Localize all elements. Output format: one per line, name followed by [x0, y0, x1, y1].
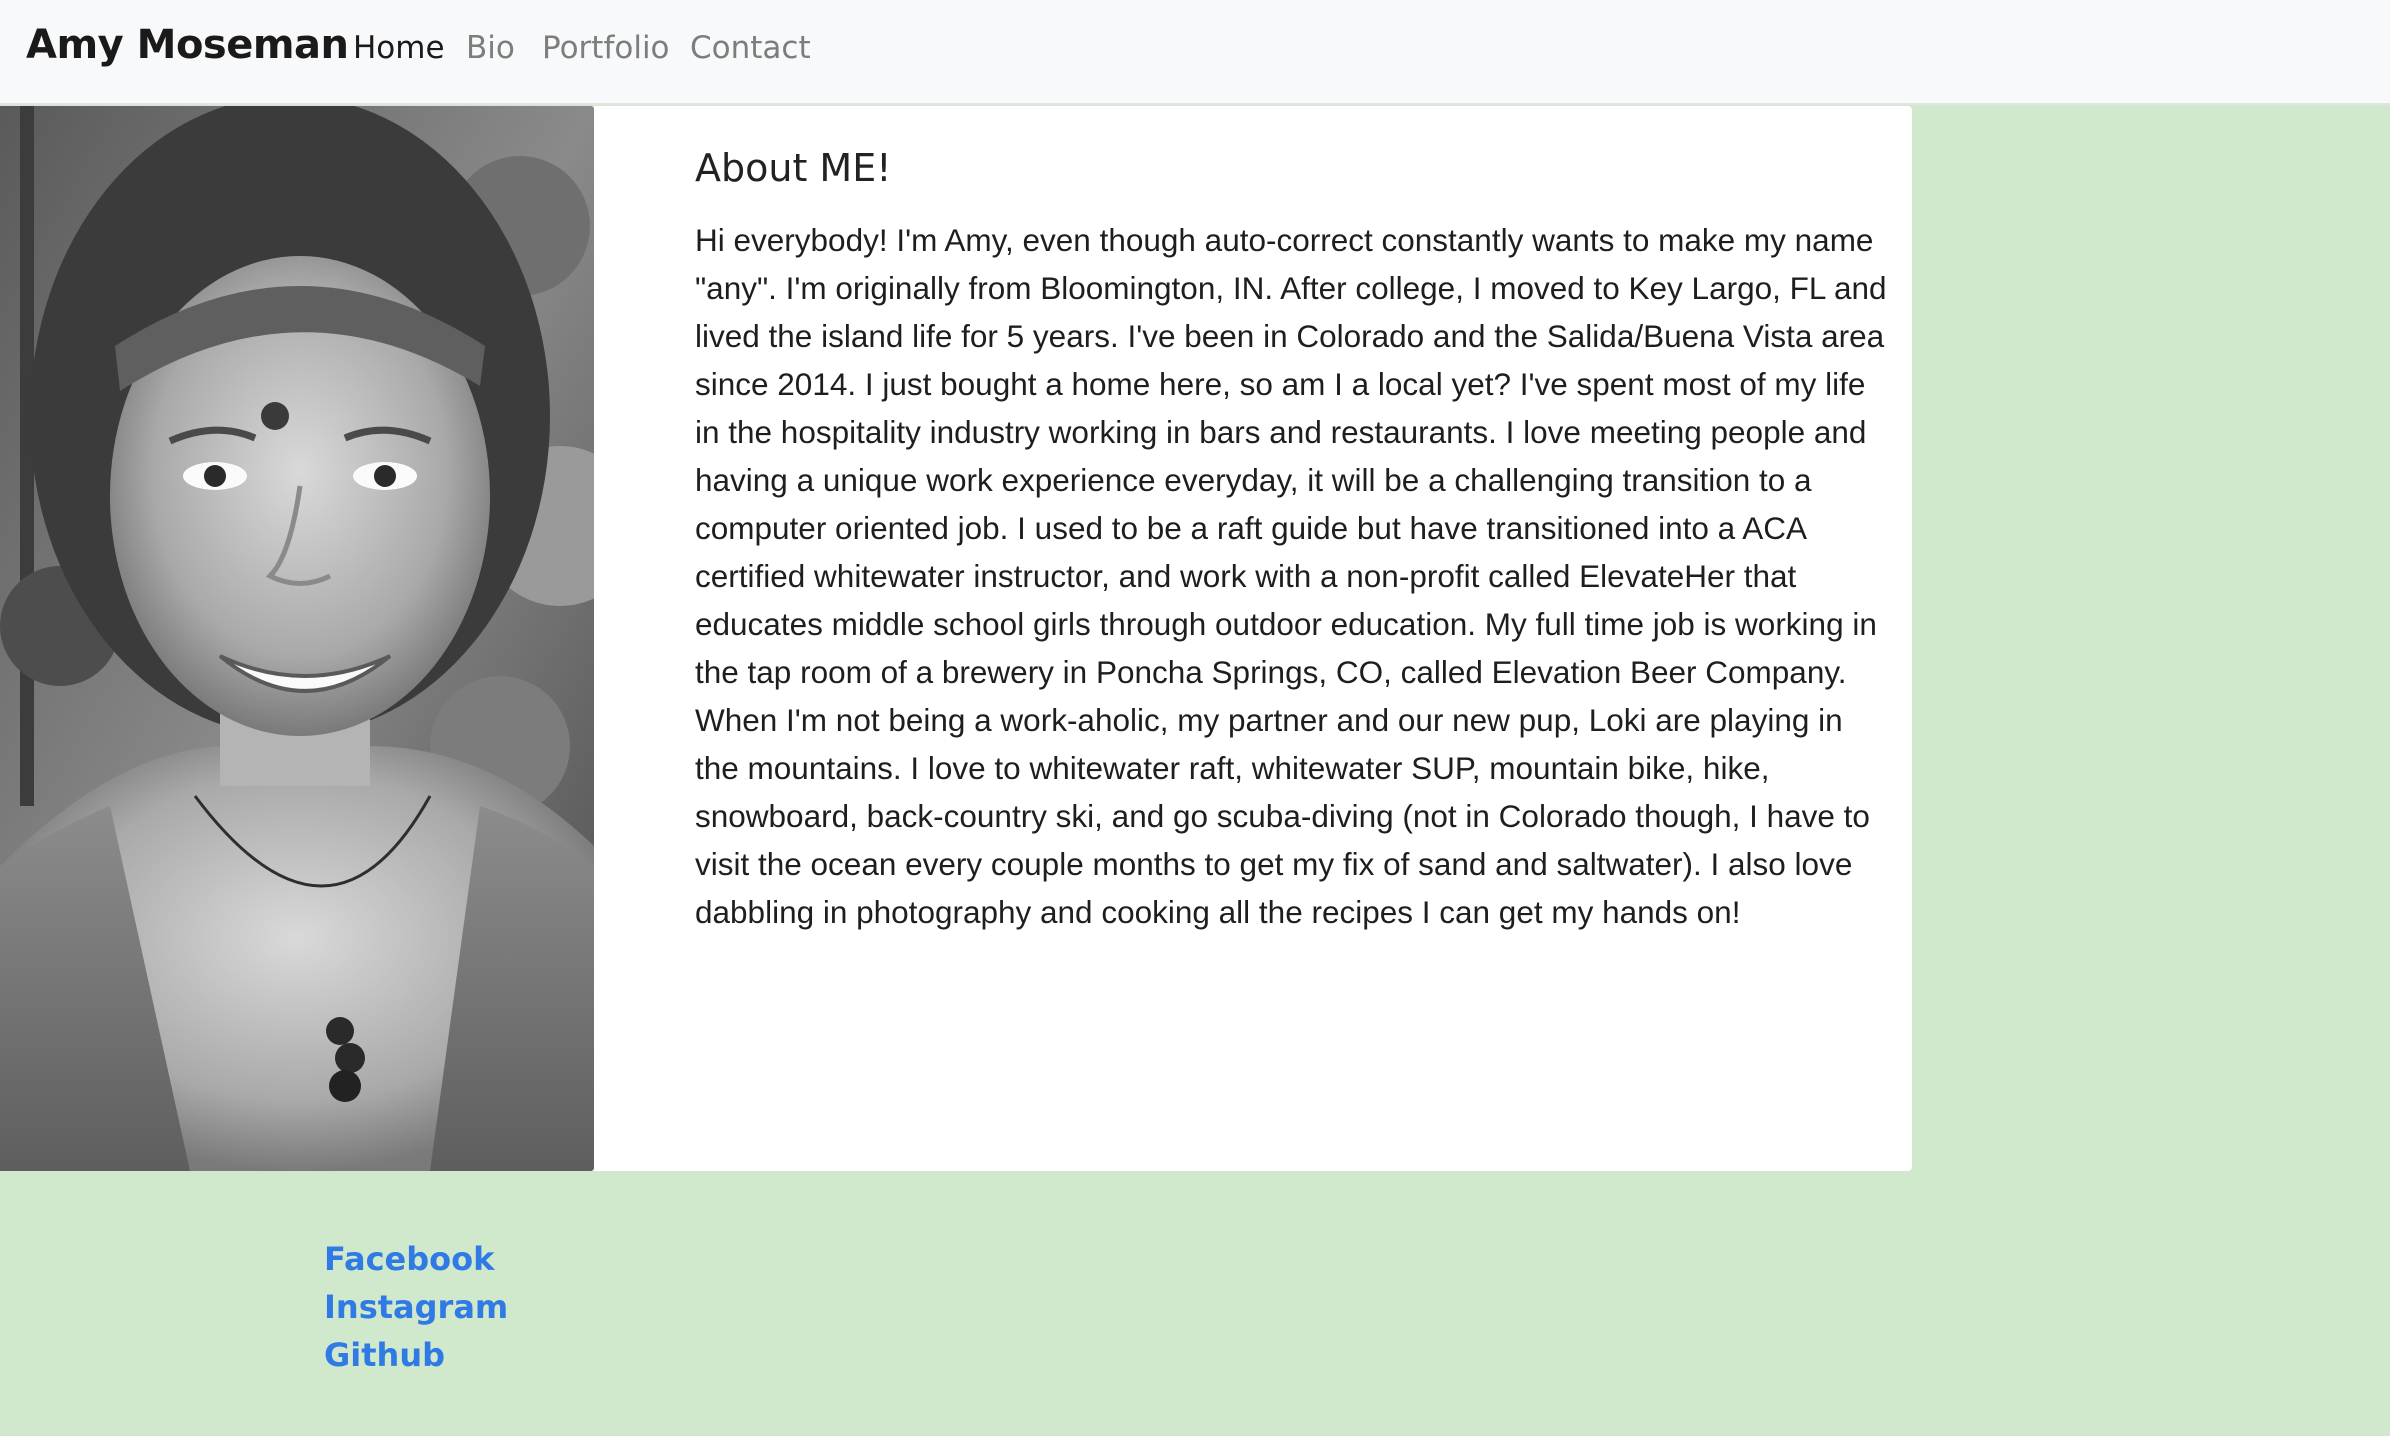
instagram-link[interactable]: Instagram — [324, 1288, 508, 1326]
nav-link-contact[interactable]: Contact — [690, 30, 811, 66]
nav-link-portfolio[interactable]: Portfolio — [542, 30, 670, 66]
navbar: Amy Moseman Home Bio Portfolio Contact — [0, 0, 2390, 105]
about-paragraph: Hi everybody! I'm Amy, even though auto-… — [695, 222, 1887, 930]
brand-link[interactable]: Amy Moseman — [26, 22, 349, 68]
about-card: About ME! Hi everybody! I'm Amy, even th… — [594, 106, 1912, 1171]
about-title: About ME! — [695, 146, 892, 190]
portrait-image — [0, 106, 594, 1171]
nav-link-bio[interactable]: Bio — [466, 30, 515, 66]
github-link[interactable]: Github — [324, 1336, 445, 1374]
nav-link-home[interactable]: Home — [353, 30, 445, 66]
profile-photo — [0, 106, 594, 1171]
facebook-link[interactable]: Facebook — [324, 1240, 494, 1278]
